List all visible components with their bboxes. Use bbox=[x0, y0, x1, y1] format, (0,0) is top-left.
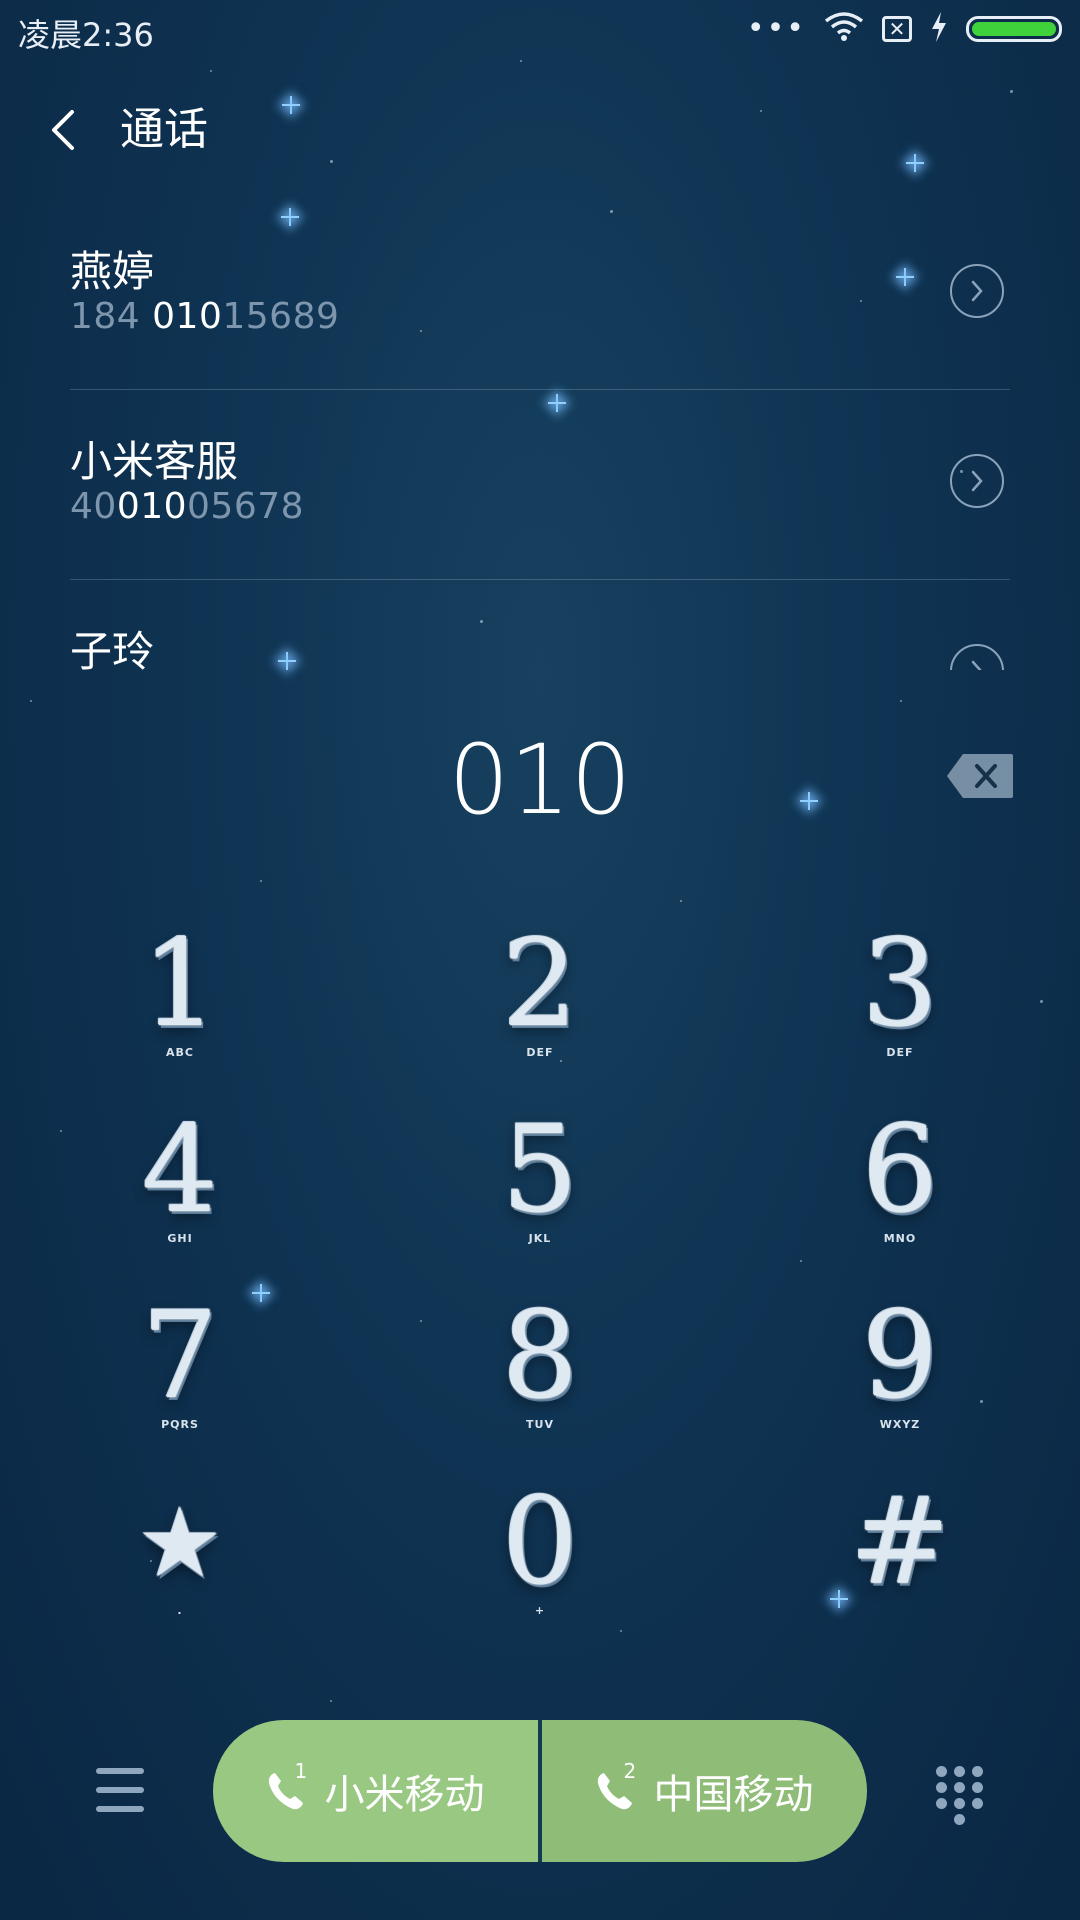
key-star[interactable]: ★ . bbox=[0, 1478, 360, 1664]
key-letters: JKL bbox=[528, 1232, 552, 1245]
call-sim2-label: 中国移动 bbox=[653, 1772, 814, 1818]
contact-detail-button[interactable] bbox=[950, 454, 1004, 508]
key-letters: . bbox=[177, 1604, 183, 1617]
phone-icon: 2 bbox=[596, 1759, 640, 1813]
key-7[interactable]: 7 PQRS bbox=[0, 1292, 360, 1478]
key-hash[interactable]: # bbox=[720, 1478, 1080, 1664]
contact-detail-button[interactable] bbox=[950, 644, 1004, 670]
dual-sim-call-buttons: 1 小米移动 2 中国移动 bbox=[213, 1720, 867, 1862]
dialpad-toggle-button[interactable] bbox=[936, 1766, 984, 1826]
no-sim-icon: ✕ bbox=[882, 16, 912, 42]
contact-name: 燕婷 bbox=[70, 247, 155, 296]
battery-icon bbox=[966, 16, 1062, 42]
key-letters: GHI bbox=[167, 1232, 193, 1245]
key-letters: + bbox=[534, 1604, 546, 1617]
chevron-right-icon bbox=[971, 280, 983, 302]
call-sim1-label: 小米移动 bbox=[324, 1772, 485, 1818]
key-letters: PQRS bbox=[161, 1418, 199, 1431]
contact-row[interactable]: 子玲 bbox=[70, 580, 1010, 670]
contact-detail-button[interactable] bbox=[950, 264, 1004, 318]
chevron-left-icon bbox=[52, 110, 74, 150]
wifi-icon bbox=[824, 12, 864, 46]
key-letters: WXYZ bbox=[879, 1418, 921, 1431]
charging-icon bbox=[930, 12, 948, 46]
contact-name: 子玲 bbox=[70, 627, 155, 670]
key-2[interactable]: 2 DEF bbox=[360, 920, 720, 1106]
more-dots-icon: ••• bbox=[746, 11, 806, 46]
call-sim1-button[interactable]: 1 小米移动 bbox=[213, 1720, 542, 1862]
key-digit: 5 bbox=[501, 1101, 579, 1240]
key-letters: DEF bbox=[526, 1046, 554, 1059]
key-digit: 6 bbox=[861, 1101, 939, 1240]
key-digit: 2 bbox=[501, 915, 579, 1054]
sim-index: 1 bbox=[294, 1759, 308, 1783]
battery-level bbox=[972, 22, 1056, 36]
phone-icon: 1 bbox=[267, 1759, 311, 1813]
bottom-bar: 1 小米移动 2 中国移动 bbox=[0, 1720, 1080, 1870]
key-letters: MNO bbox=[883, 1232, 917, 1245]
key-letters: DEF bbox=[886, 1046, 914, 1059]
chevron-right-icon bbox=[971, 470, 983, 492]
key-letters: ABC bbox=[166, 1046, 194, 1059]
key-letters: TUV bbox=[526, 1418, 554, 1431]
key-digit: 9 bbox=[861, 1287, 939, 1426]
key-3[interactable]: 3 DEF bbox=[720, 920, 1080, 1106]
hamburger-icon bbox=[96, 1768, 144, 1774]
key-0[interactable]: 0 + bbox=[360, 1478, 720, 1664]
key-digit: 0 bbox=[501, 1473, 579, 1612]
status-bar: 凌晨2:36 ••• ✕ bbox=[0, 0, 1080, 62]
back-button[interactable] bbox=[40, 100, 90, 160]
contact-results-list: 燕婷 184 01015689 小米客服 4001005678 子玲 bbox=[70, 200, 1010, 670]
status-time: 凌晨2:36 bbox=[18, 16, 154, 54]
menu-button[interactable] bbox=[96, 1768, 144, 1812]
backspace-icon bbox=[947, 754, 1013, 798]
sim-index: 2 bbox=[623, 1759, 637, 1783]
key-digit: 3 bbox=[861, 915, 939, 1054]
key-8[interactable]: 8 TUV bbox=[360, 1292, 720, 1478]
key-1[interactable]: 1 ABC bbox=[0, 920, 360, 1106]
key-6[interactable]: 6 MNO bbox=[720, 1106, 1080, 1292]
key-digit: 7 bbox=[141, 1287, 219, 1426]
call-sim2-button[interactable]: 2 中国移动 bbox=[542, 1720, 867, 1862]
header: 通话 bbox=[0, 90, 1080, 170]
contact-number: 4001005678 bbox=[70, 486, 305, 527]
key-digit: ★ bbox=[136, 1487, 224, 1599]
chevron-right-icon bbox=[971, 660, 982, 670]
dialed-number-display[interactable]: 010 bbox=[0, 725, 1080, 835]
page-title: 通话 bbox=[120, 104, 208, 155]
key-4[interactable]: 4 GHI bbox=[0, 1106, 360, 1292]
key-digit: 1 bbox=[141, 915, 219, 1054]
status-icons: ••• ✕ bbox=[747, 12, 1062, 46]
key-digit: 8 bbox=[501, 1287, 579, 1426]
key-5[interactable]: 5 JKL bbox=[360, 1106, 720, 1292]
contact-row[interactable]: 小米客服 4001005678 bbox=[70, 390, 1010, 580]
key-digit: 4 bbox=[141, 1101, 219, 1240]
contact-row[interactable]: 燕婷 184 01015689 bbox=[70, 200, 1010, 390]
backspace-button[interactable] bbox=[945, 752, 1015, 800]
contact-name: 小米客服 bbox=[70, 437, 239, 486]
key-9[interactable]: 9 WXYZ bbox=[720, 1292, 1080, 1478]
contact-number: 184 01015689 bbox=[70, 296, 340, 337]
key-digit: # bbox=[849, 1473, 951, 1612]
